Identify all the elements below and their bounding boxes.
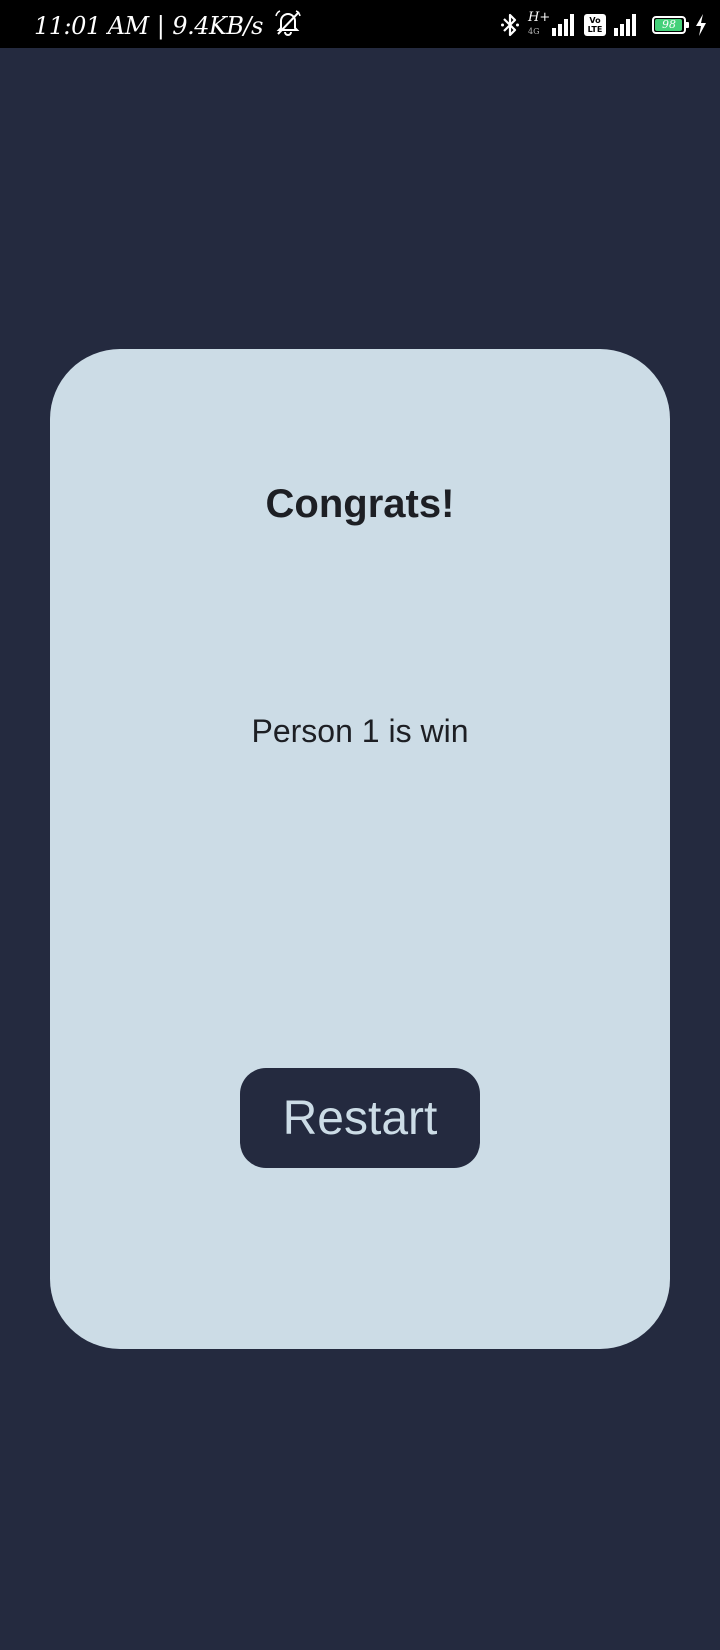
status-time: 11:01 AM: [34, 12, 149, 40]
network-type-bottom: 4G: [528, 27, 540, 36]
mute-alarm-icon: [269, 8, 303, 44]
status-separator: |: [156, 12, 165, 40]
signal-icon: [614, 14, 638, 36]
volte-line1: Vo: [589, 16, 601, 25]
status-bar: 11:01 AM | 9.4KB/s H+ 4G Vo LTE 98: [0, 0, 720, 48]
volte-icon: Vo LTE: [584, 14, 606, 36]
dialog-title: Congrats!: [265, 482, 455, 526]
battery-icon: 98: [652, 16, 689, 34]
status-right: H+ 4G Vo LTE 98: [500, 11, 708, 39]
charging-icon: [694, 14, 708, 36]
restart-button[interactable]: Restart: [240, 1068, 480, 1168]
bluetooth-icon: [500, 12, 520, 38]
network-type: H+ 4G: [528, 11, 550, 38]
battery-level: 98: [662, 18, 676, 31]
volte-line2: LTE: [587, 25, 603, 34]
network-speed: 9.4KB/s: [172, 12, 263, 40]
signal-icon: [552, 14, 576, 36]
network-type-top: H+: [528, 10, 551, 25]
result-dialog: Congrats! Person 1 is win Restart: [50, 349, 670, 1349]
status-left: 11:01 AM | 9.4KB/s: [34, 10, 303, 42]
winner-message: Person 1 is win: [251, 713, 469, 749]
